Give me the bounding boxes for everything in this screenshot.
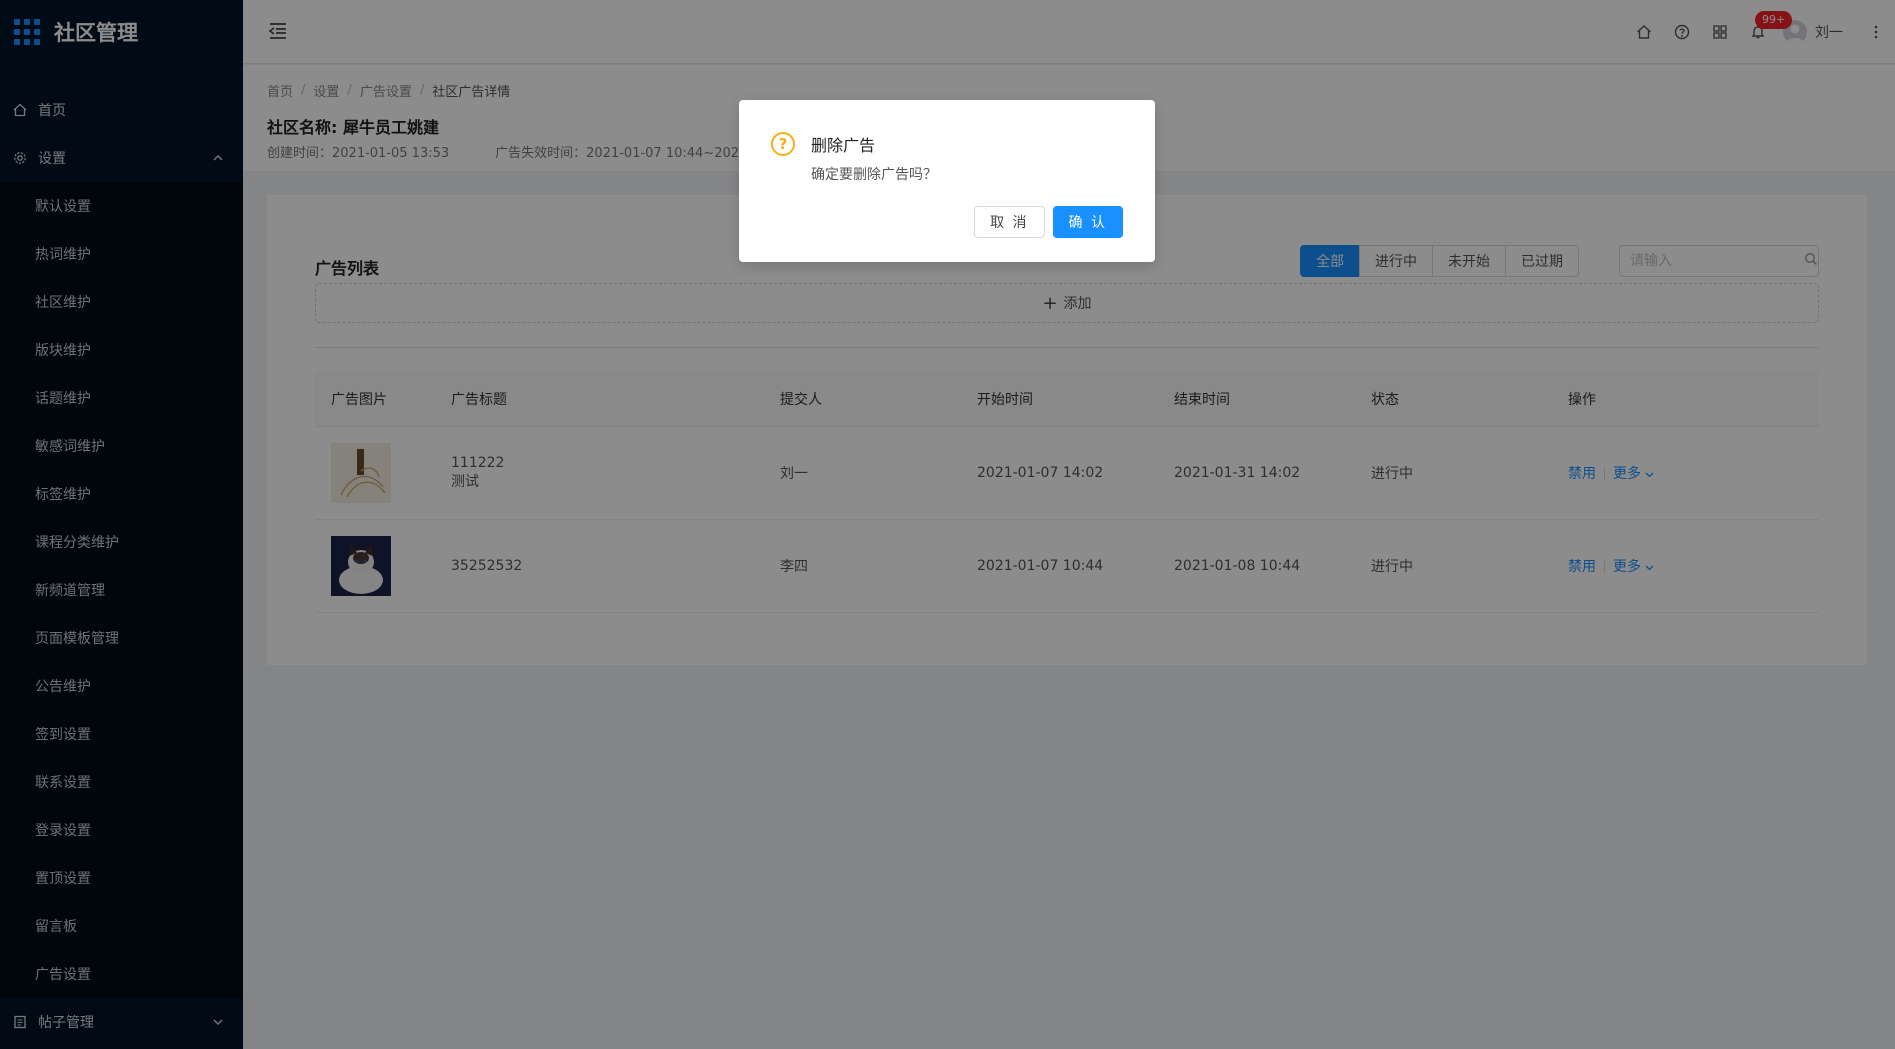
question-circle-icon: ?: [771, 132, 795, 156]
modal-actions: 取 消 确 认: [966, 206, 1123, 238]
cancel-button[interactable]: 取 消: [974, 206, 1045, 238]
confirm-button[interactable]: 确 认: [1052, 206, 1123, 238]
modal-title: 删除广告: [811, 136, 876, 155]
modal-header: ? 删除广告: [771, 132, 1123, 156]
modal-content: 确定要删除广告吗？: [811, 167, 937, 183]
delete-ad-modal: ? 删除广告 确定要删除广告吗？ 取 消 确 认: [739, 100, 1155, 262]
